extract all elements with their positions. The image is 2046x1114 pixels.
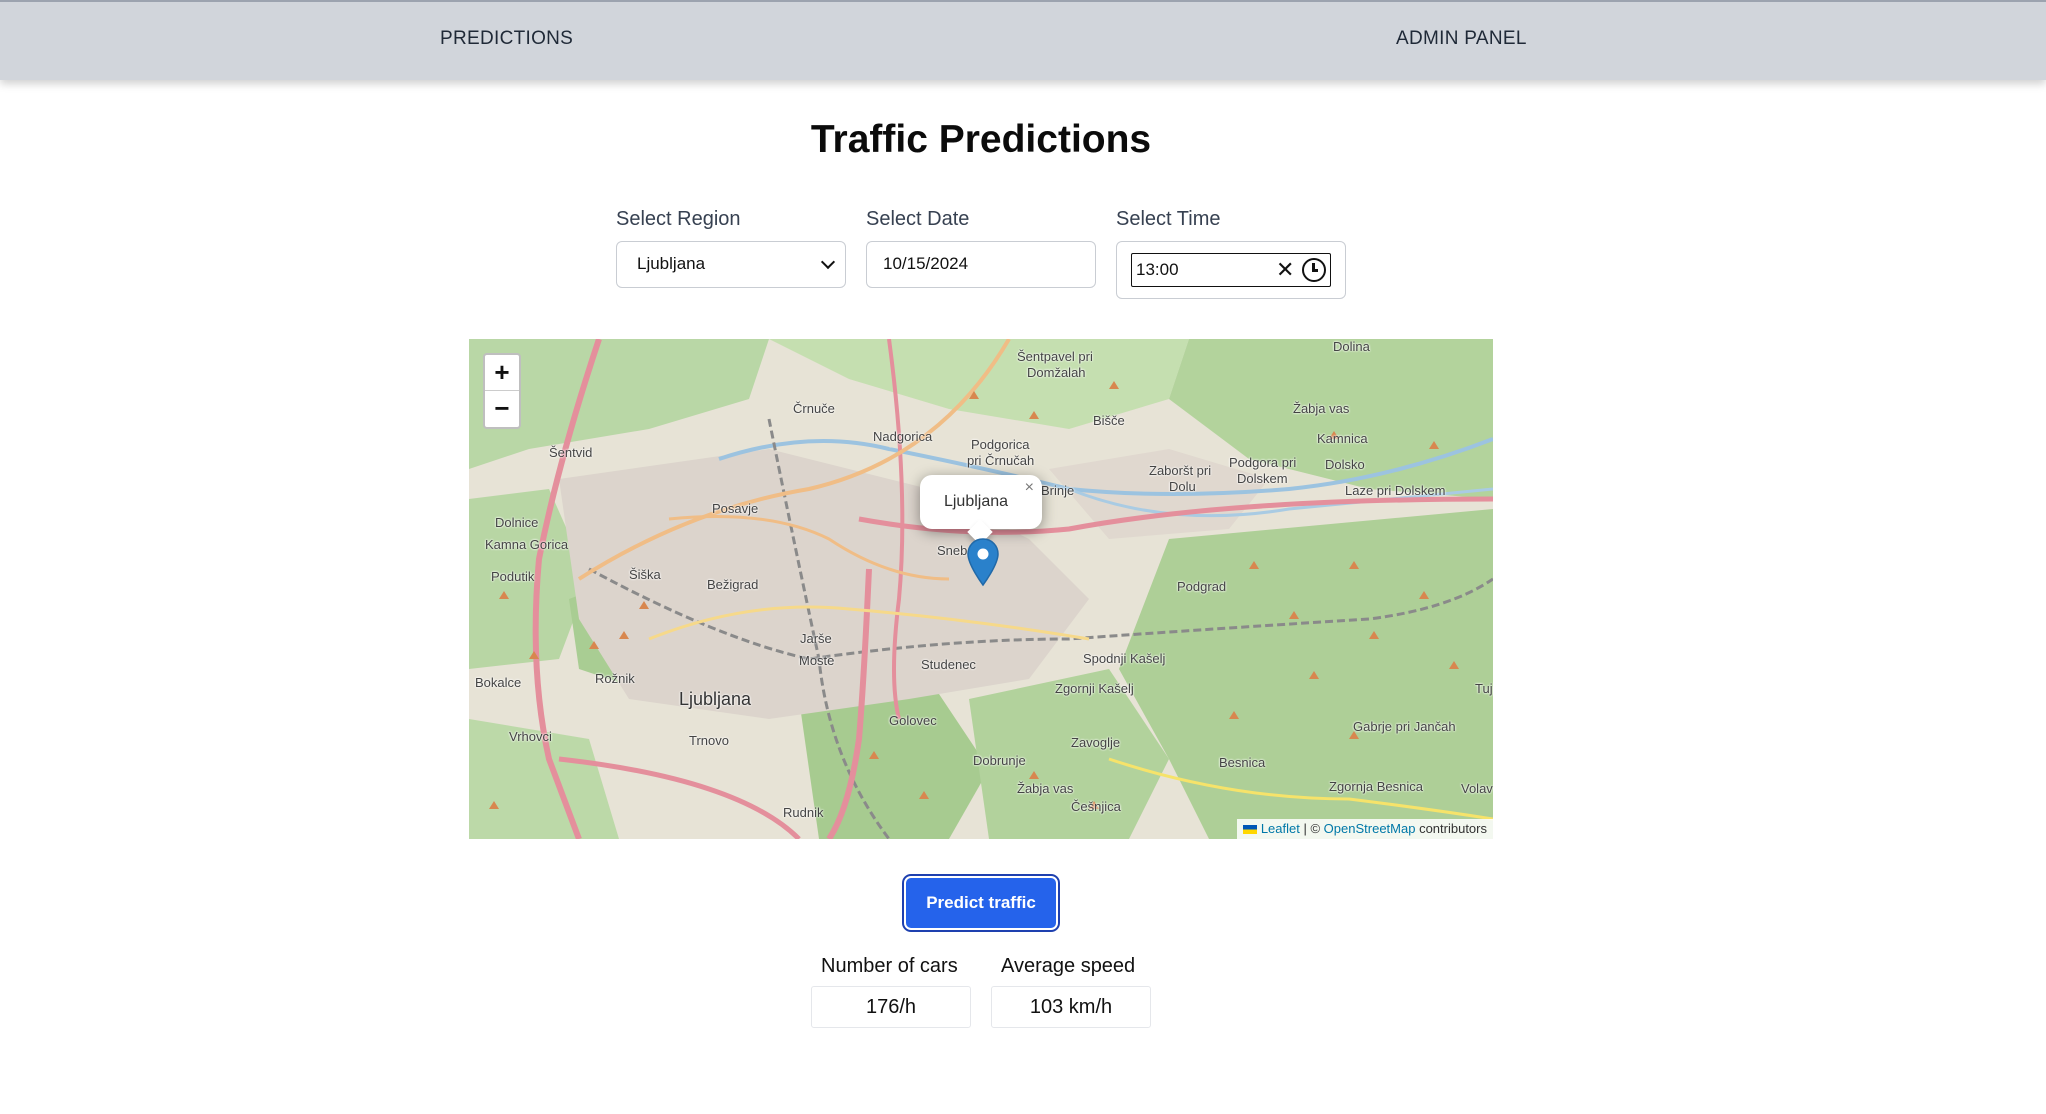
map-label-trnovo: Trnovo xyxy=(689,733,729,748)
map-label-pri-crnucah: pri Črnučah xyxy=(967,453,1035,468)
map-label-zaborst: Zaboršt pri xyxy=(1149,463,1212,478)
map-label-roznik: Rožnik xyxy=(595,671,635,686)
traffic-map[interactable]: Ljubljana Bežigrad Šiška Moste Jarše Stu… xyxy=(469,339,1493,839)
map-label-crnuce: Črnuče xyxy=(793,401,835,416)
popup-text: Ljubljana xyxy=(943,493,1009,510)
nav-predictions-link[interactable]: PREDICTIONS xyxy=(440,28,573,50)
map-label-ljubljana: Ljubljana xyxy=(679,689,752,709)
map-label-golovec: Golovec xyxy=(889,713,937,728)
map-label-moste: Moste xyxy=(799,653,835,668)
time-input[interactable]: 13:00 ✕ xyxy=(1131,253,1331,287)
map-label-podgorica: Podgorica xyxy=(971,437,1030,452)
map-label-zavoglje: Zavoglje xyxy=(1071,735,1121,750)
popup-close-button[interactable]: × xyxy=(1025,479,1034,497)
map-label-podutik: Podutik xyxy=(491,569,535,584)
map-label-studenec: Studenec xyxy=(921,657,976,672)
openstreetmap-link[interactable]: OpenStreetMap xyxy=(1324,821,1416,836)
map-label-podgrad: Podgrad xyxy=(1177,579,1227,594)
zoom-out-button[interactable]: − xyxy=(485,391,519,427)
cars-label: Number of cars xyxy=(821,955,958,977)
map-label-dolu: Dolu xyxy=(1169,479,1196,494)
map-label-bisce: Bišče xyxy=(1093,413,1125,428)
map-pin-icon[interactable] xyxy=(966,537,1000,587)
speed-value: 103 km/h xyxy=(991,986,1151,1028)
close-icon[interactable]: ✕ xyxy=(1276,258,1294,282)
map-label-zgornja-besnica: Zgornja Besnica xyxy=(1329,779,1423,794)
date-input-value: 10/15/2024 xyxy=(883,254,969,273)
map-label-dolnice: Dolnice xyxy=(495,515,539,530)
map-label-domzalah: Domžalah xyxy=(1027,365,1086,380)
speed-label: Average speed xyxy=(1001,955,1136,977)
attribution-separator: | © xyxy=(1299,821,1324,836)
map-label-siska: Šiška xyxy=(629,567,661,582)
time-input-value: 13:00 xyxy=(1136,260,1179,279)
map-label-spodnji-kaselj: Spodnji Kašelj xyxy=(1083,651,1166,666)
date-input[interactable]: 10/15/2024 xyxy=(866,241,1096,288)
map-zoom-control: + − xyxy=(483,353,521,429)
map-label-bezigrad: Bežigrad xyxy=(707,577,759,592)
time-label: Select Time xyxy=(1116,208,1221,230)
time-picker: 13:00 ✕ xyxy=(1116,241,1346,299)
leaflet-link[interactable]: Leaflet xyxy=(1261,821,1300,836)
region-select-value: Ljubljana xyxy=(637,254,706,273)
map-label-nadgorica: Nadgorica xyxy=(873,429,933,444)
zoom-in-button[interactable]: + xyxy=(485,355,519,391)
map-label-sentpavel: Šentpavel pri xyxy=(1017,349,1093,364)
map-label-zabja-vas-top: Žabja vas xyxy=(1293,401,1350,416)
map-label-zabja-vas: Žabja vas xyxy=(1017,781,1074,796)
map-label-volav: Volav xyxy=(1461,781,1493,796)
map-label-dolskem: Dolskem xyxy=(1237,471,1288,486)
map-attribution: Leaflet | © OpenStreetMap contributors xyxy=(1236,819,1493,839)
map-label-dobrunje: Dobrunje xyxy=(973,753,1026,768)
cars-value: 176/h xyxy=(811,986,971,1028)
map-label-gabrje: Gabrje pri Jančah xyxy=(1353,719,1456,734)
clock-icon[interactable] xyxy=(1302,258,1326,282)
map-label-kamnica: Kamnica xyxy=(1317,431,1368,446)
map-label-sneb: Sneb xyxy=(937,543,968,558)
map-label-rudnik: Rudnik xyxy=(783,805,824,820)
region-label: Select Region xyxy=(616,208,741,230)
map-label-podgora: Podgora pri xyxy=(1229,455,1297,470)
map-label-brinje: Brinje xyxy=(1041,483,1075,498)
date-label: Select Date xyxy=(866,208,970,230)
map-label-jarse: Jarše xyxy=(800,631,832,646)
map-label-dolsko: Dolsko xyxy=(1325,457,1365,472)
chevron-down-icon xyxy=(820,254,836,270)
top-navbar: PREDICTIONS ADMIN PANEL xyxy=(0,0,2046,80)
map-label-bokalce: Bokalce xyxy=(475,675,522,690)
nav-admin-panel-link[interactable]: ADMIN PANEL xyxy=(1396,28,1527,50)
ukraine-flag-icon xyxy=(1242,825,1257,835)
map-popup: Ljubljana × xyxy=(920,475,1042,545)
region-select[interactable]: Ljubljana xyxy=(616,241,846,288)
map-label-posavje: Posavje xyxy=(712,501,759,516)
map-label-besnica: Besnica xyxy=(1219,755,1266,770)
map-label-sentvid: Šentvid xyxy=(549,445,593,460)
map-label-vrhovci: Vrhovci xyxy=(509,729,552,744)
map-label-dolina: Dolina xyxy=(1333,339,1370,354)
page-title: Traffic Predictions xyxy=(810,118,1152,161)
predict-traffic-button[interactable]: Predict traffic xyxy=(904,876,1058,930)
attribution-contributors: contributors xyxy=(1415,821,1487,836)
map-label-kamna-gorica: Kamna Gorica xyxy=(485,537,569,552)
map-label-laze: Laze pri Dolskem xyxy=(1345,483,1446,498)
map-label-cesnjica: Češnjica xyxy=(1071,799,1121,814)
map-label-tuj: Tuj xyxy=(1475,681,1493,696)
map-label-zgornji-kaselj: Zgornji Kašelj xyxy=(1055,681,1134,696)
